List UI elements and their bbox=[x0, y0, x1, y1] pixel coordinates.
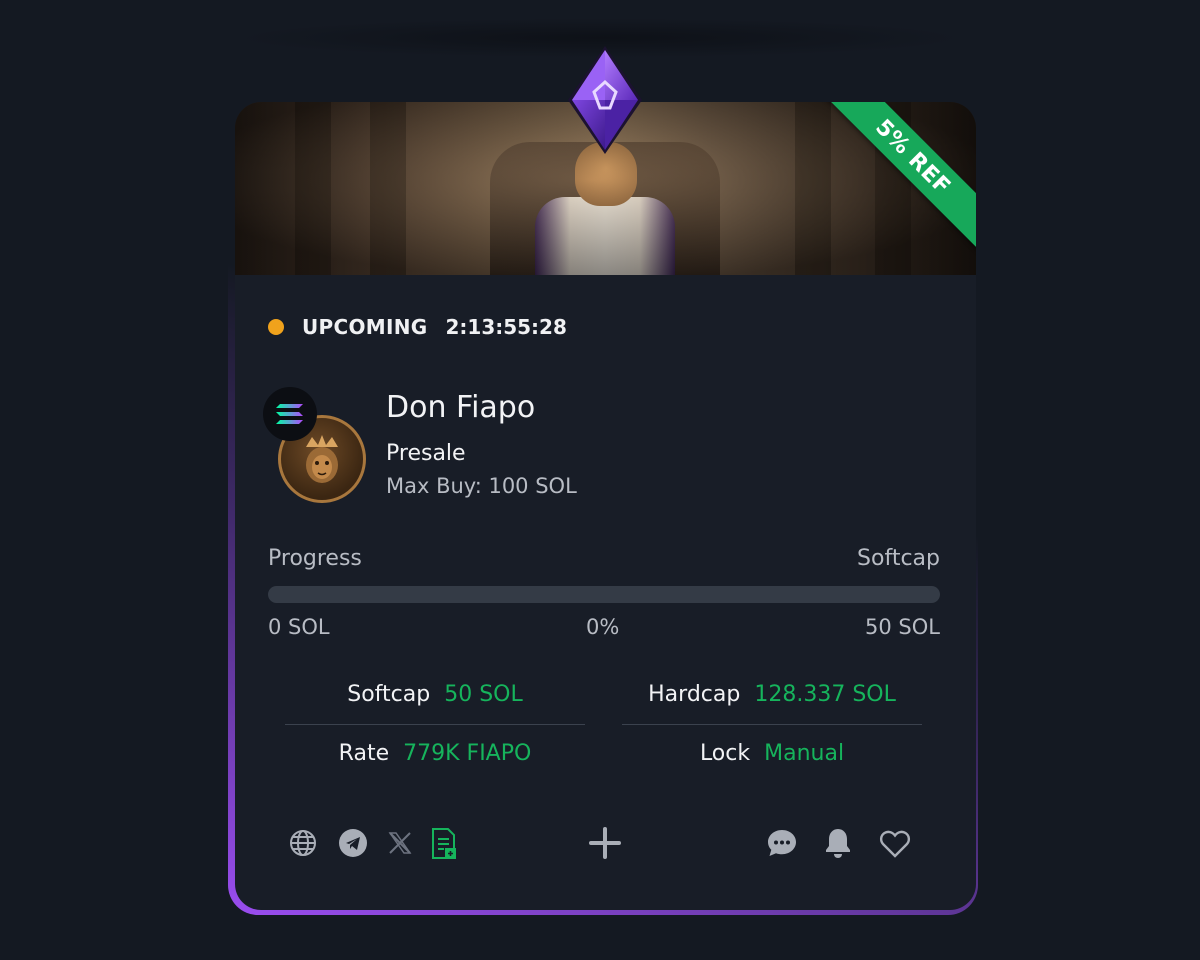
stat-lock-value: Manual bbox=[764, 741, 845, 766]
status-dot-icon bbox=[268, 319, 284, 335]
stat-softcap: Softcap 50 SOL bbox=[285, 682, 585, 707]
progress-min: 0 SOL bbox=[268, 615, 330, 639]
stat-hardcap: Hardcap 128.337 SOL bbox=[622, 682, 922, 707]
plus-icon[interactable] bbox=[587, 825, 623, 861]
sale-type: Presale bbox=[386, 441, 466, 466]
progress-bar bbox=[268, 586, 940, 603]
stat-hardcap-label: Hardcap bbox=[648, 682, 741, 707]
status-label: UPCOMING bbox=[302, 315, 428, 339]
stat-softcap-value: 50 SOL bbox=[444, 682, 523, 707]
stat-rate: Rate 779K FIAPO bbox=[285, 741, 585, 766]
progress-percent: 0% bbox=[586, 615, 620, 639]
stat-hardcap-value: 128.337 SOL bbox=[754, 682, 896, 707]
stat-rate-value: 779K FIAPO bbox=[403, 741, 532, 766]
progress-max: 50 SOL bbox=[865, 615, 940, 639]
telegram-icon[interactable] bbox=[337, 827, 369, 859]
max-buy: Max Buy: 100 SOL bbox=[386, 474, 577, 498]
heart-icon[interactable] bbox=[878, 828, 912, 860]
divider bbox=[285, 724, 585, 725]
x-icon[interactable] bbox=[385, 827, 415, 859]
stat-rate-label: Rate bbox=[338, 741, 390, 766]
progress-cap-label: Softcap bbox=[857, 546, 940, 571]
globe-icon[interactable] bbox=[287, 827, 319, 859]
divider bbox=[622, 724, 922, 725]
token-name[interactable]: Don Fiapo bbox=[386, 390, 535, 425]
document-icon[interactable] bbox=[429, 826, 459, 862]
solana-icon bbox=[263, 387, 317, 441]
chat-icon[interactable] bbox=[766, 827, 798, 859]
presale-card[interactable]: 5% REF UPCOMING 2:13:55:28 Don Fiapo Pre… bbox=[235, 102, 976, 910]
status-row: UPCOMING 2:13:55:28 bbox=[268, 315, 567, 339]
stat-lock-label: Lock bbox=[699, 741, 751, 766]
bell-icon[interactable] bbox=[823, 826, 853, 860]
diamond-logo-icon bbox=[566, 44, 644, 156]
stat-softcap-label: Softcap bbox=[347, 682, 431, 707]
progress-label: Progress bbox=[268, 546, 362, 571]
stat-lock: Lock Manual bbox=[622, 741, 922, 766]
countdown-timer: 2:13:55:28 bbox=[445, 315, 567, 339]
